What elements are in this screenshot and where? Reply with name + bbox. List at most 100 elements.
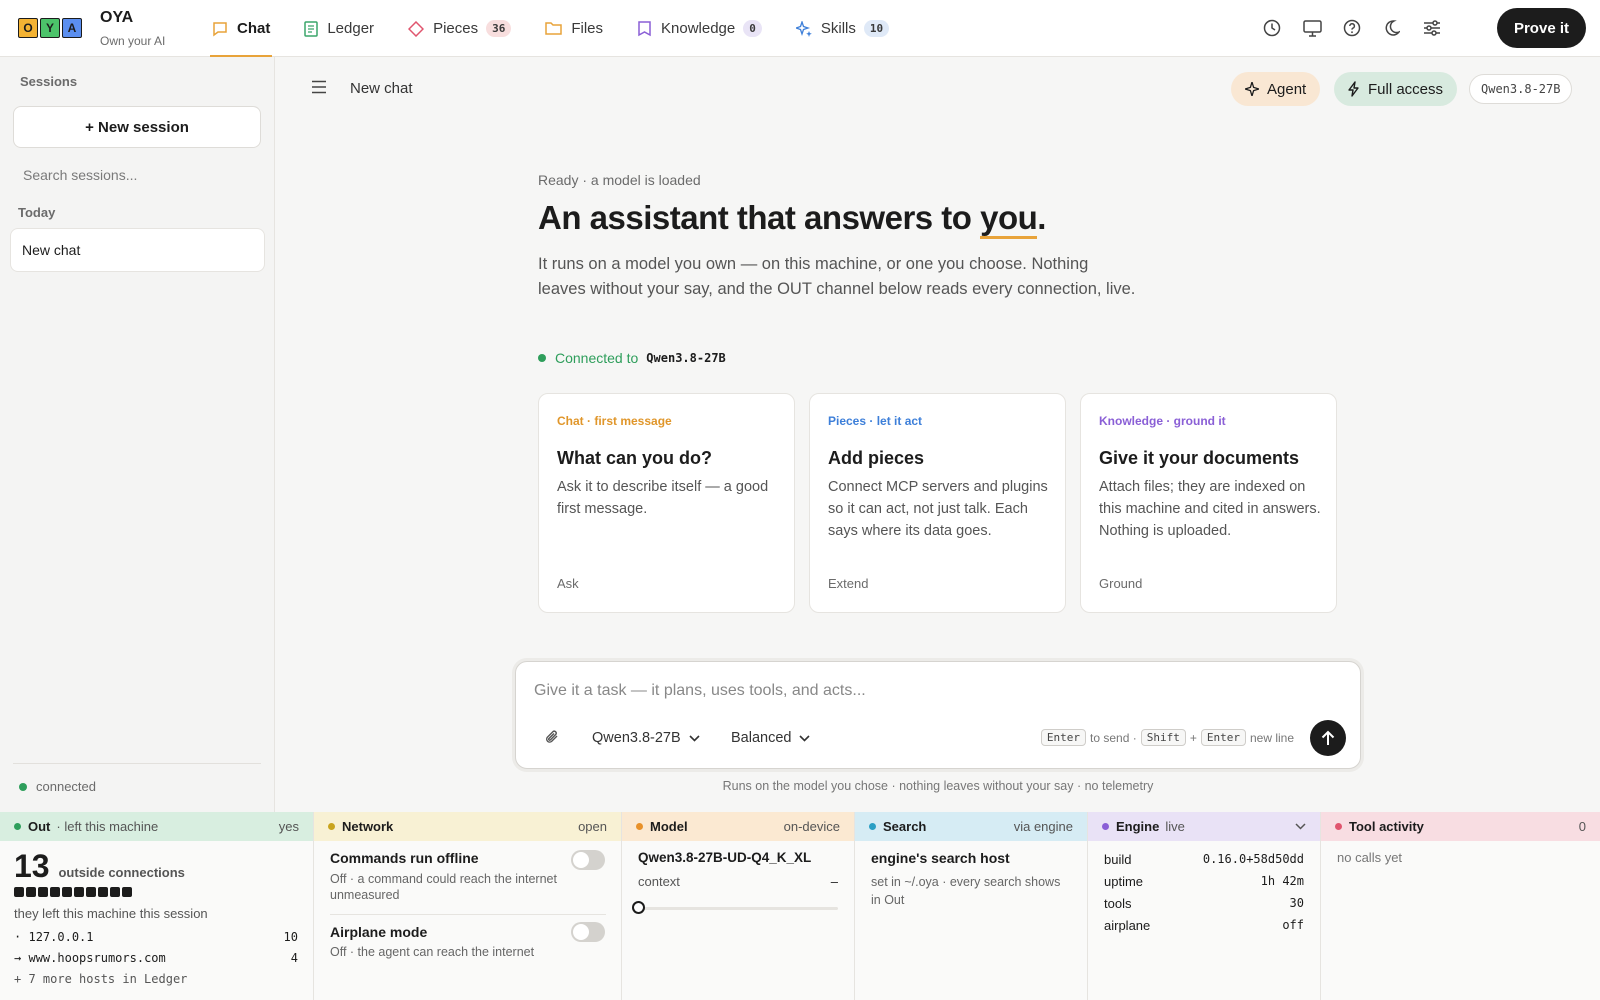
sidebar-divider	[13, 763, 261, 764]
panel-tool-activity: Tool activity 0 no calls yet	[1321, 812, 1600, 1000]
monitor-icon[interactable]	[1302, 18, 1322, 38]
airplane-mode-toggle[interactable]	[571, 922, 605, 942]
host-prefix: →	[14, 951, 22, 965]
session-item[interactable]: New chat	[10, 228, 265, 272]
mode-select-value: Balanced	[731, 730, 792, 746]
model-select[interactable]: Qwen3.8-27B	[592, 730, 700, 746]
send-button[interactable]	[1310, 720, 1346, 756]
connection-block	[110, 887, 120, 897]
sparkle-icon	[795, 20, 812, 37]
more-hosts-text: + 7 more hosts in Ledger	[14, 972, 188, 986]
panel-header[interactable]: Network open	[314, 812, 621, 841]
session-search-input[interactable]	[13, 159, 261, 191]
engine-row: airplane off	[1104, 918, 1304, 933]
paperclip-icon[interactable]	[544, 728, 560, 749]
engine-row: build 0.16.0+58d50dd	[1104, 852, 1304, 867]
panel-header[interactable]: Engine live	[1088, 812, 1320, 841]
history-icon[interactable]	[1262, 18, 1282, 38]
panel-title: Out	[28, 819, 51, 834]
status-dot	[869, 823, 876, 830]
panel-header[interactable]: Model on-device	[622, 812, 854, 841]
tab-pieces[interactable]: Pieces 36	[406, 0, 513, 57]
engine-value: 30	[1289, 896, 1304, 910]
context-value: –	[830, 874, 838, 889]
panel-header[interactable]: Search via engine	[855, 812, 1087, 841]
logo[interactable]: O Y A	[18, 18, 84, 38]
tab-ledger[interactable]: Ledger	[302, 0, 376, 57]
ledger-icon	[304, 20, 319, 37]
panel-title: Model	[650, 819, 688, 834]
host-count: 10	[283, 930, 298, 944]
prove-it-button[interactable]: Prove it	[1496, 8, 1586, 48]
panel-title: Search	[883, 819, 927, 834]
card-knowledge[interactable]: Knowledge · ground it Give it your docum…	[1080, 393, 1337, 613]
card-pieces[interactable]: Pieces · let it act Add pieces Connect M…	[809, 393, 1066, 613]
menu-icon[interactable]	[311, 80, 327, 97]
brand-name: OYA	[100, 9, 134, 26]
panel-search: Search via engine engine's search host s…	[855, 812, 1088, 1000]
agent-mode-button[interactable]: Agent	[1231, 72, 1321, 106]
offline-commands-toggle[interactable]	[571, 850, 605, 870]
more-hosts-link[interactable]: + 7 more hosts in Ledger	[14, 972, 298, 986]
brand-tagline: Own your AI	[100, 34, 166, 48]
tab-label: Chat	[237, 20, 271, 37]
panel-status: via engine	[1013, 819, 1073, 834]
enter-key: Enter	[1040, 729, 1086, 746]
airplane-mode-desc: Off · the agent can reach the internet	[330, 945, 535, 959]
card-chat[interactable]: Chat · first message What can you do? As…	[538, 393, 795, 613]
sidebar-title: Sessions	[20, 74, 78, 89]
connection-block	[38, 887, 48, 897]
engine-value: 1h 42m	[1260, 874, 1304, 888]
panel-header[interactable]: Out · left this machine yes	[0, 812, 313, 841]
skills-count-badge: 10	[863, 20, 890, 37]
card-description: Ask it to describe itself — a good first…	[557, 479, 769, 517]
count-label: outside connections	[58, 865, 185, 880]
shift-key: Shift	[1140, 729, 1186, 746]
tab-chat[interactable]: Chat	[210, 0, 273, 57]
status-dot	[636, 823, 643, 830]
card-title: Give it your documents	[1099, 448, 1300, 468]
to-send-text: to send ·	[1090, 730, 1137, 745]
panel-status: yes	[278, 819, 299, 834]
sliders-icon[interactable]	[1422, 18, 1442, 38]
host-row[interactable]: · 127.0.0.1 10	[14, 930, 298, 944]
connection-block	[50, 887, 60, 897]
panel-title: Tool activity	[1349, 819, 1424, 834]
pieces-count-badge: 36	[486, 20, 512, 37]
chevron-down-icon[interactable]	[1295, 823, 1306, 830]
tab-skills[interactable]: Skills 10	[794, 0, 891, 57]
card-kicker: Knowledge · ground it	[1099, 414, 1226, 428]
help-icon[interactable]	[1342, 18, 1362, 38]
context-bar	[638, 907, 838, 910]
main-tabs: Chat Ledger Pieces 36 Files Knowledge 0 …	[210, 0, 921, 57]
connection-block	[122, 887, 132, 897]
card-title: What can you do?	[557, 448, 712, 468]
tab-knowledge[interactable]: Knowledge 0	[635, 0, 764, 57]
task-input[interactable]	[534, 678, 1314, 704]
full-access-button[interactable]: Full access	[1334, 72, 1458, 106]
panel-out: Out · left this machine yes 13 outside c…	[0, 812, 314, 1000]
card-footer: Ground	[1099, 576, 1143, 591]
mode-select[interactable]: Balanced	[731, 730, 811, 746]
logo-letter-o: O	[18, 18, 38, 38]
host-name: 127.0.0.1	[28, 930, 94, 944]
ready-status: Ready · a model is loaded	[538, 172, 701, 188]
moon-icon[interactable]	[1382, 18, 1402, 38]
model-chip[interactable]: Qwen3.8-27B	[1469, 74, 1573, 104]
bookmark-icon	[638, 20, 651, 36]
logo-letter-y: Y	[40, 18, 60, 38]
panel-title: Engine	[1116, 819, 1160, 834]
status-dot	[1102, 823, 1109, 830]
host-row[interactable]: → www.hoopsrumors.com 4	[14, 951, 298, 965]
sparkle-icon	[1245, 82, 1259, 96]
context-slider-knob[interactable]	[632, 901, 645, 914]
tab-files[interactable]: Files	[543, 0, 605, 57]
status-dot	[1335, 823, 1342, 830]
new-session-button[interactable]: + New session	[13, 106, 261, 148]
connection-count: 13 outside connections	[14, 848, 185, 885]
model-name: Qwen3.8-27B-UD-Q4_K_XL	[638, 850, 812, 865]
panel-header[interactable]: Tool activity 0	[1321, 812, 1600, 841]
session-group-label: Today	[18, 205, 56, 220]
panel-status: on-device	[783, 819, 840, 834]
connection-block	[26, 887, 36, 897]
